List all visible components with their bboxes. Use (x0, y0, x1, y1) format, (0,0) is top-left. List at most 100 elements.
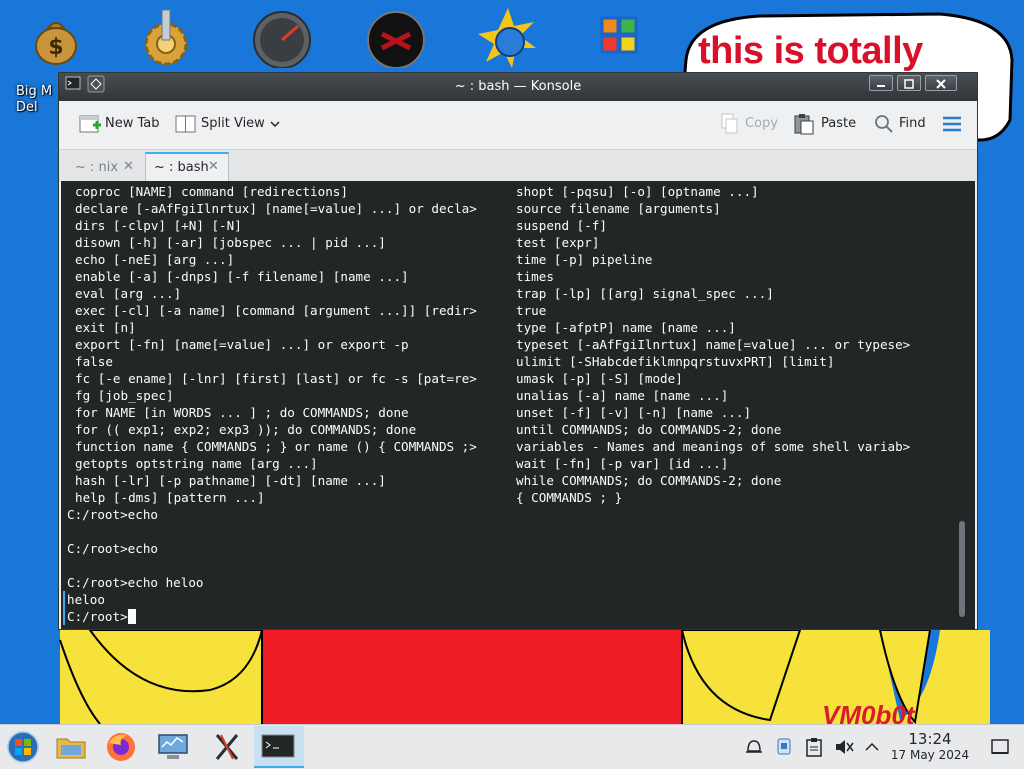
terminal-line: echo [-neE] [arg ...] (75, 252, 235, 267)
hamburger-menu-icon (943, 116, 961, 132)
terminal-session-output: C:/root>echo C:/root>echo C:/root>echo hel… (67, 506, 203, 625)
desktop-icon-control-panel[interactable] (586, 8, 666, 74)
x-app-icon (215, 734, 239, 760)
terminal-line: variables - Names and meanings of some s… (516, 439, 911, 454)
show-desktop-icon[interactable] (990, 737, 1010, 757)
speech-bubble-text: this is totally (698, 30, 923, 72)
terminal-line: time [-p] pipeline (516, 252, 653, 267)
split-view-icon (175, 115, 196, 133)
help-output-left-column: coproc [NAME] command [redirections] decl… (75, 183, 477, 506)
start-menu-button[interactable] (0, 726, 46, 768)
clock-date[interactable]: 17 May 2024 (888, 748, 972, 762)
volume-muted-icon[interactable] (834, 737, 854, 757)
main-toolbar: New Tab Split View Copy Paste Find (59, 101, 977, 149)
search-icon (875, 115, 893, 133)
chevron-up-icon[interactable] (862, 737, 882, 757)
notifications-bell-icon[interactable] (744, 737, 764, 757)
text-cursor (127, 609, 136, 624)
paste-label: Paste (821, 116, 857, 131)
settings-gear-icon (144, 9, 188, 66)
terminal-line: getopts optstring name [arg ...] (75, 456, 318, 471)
terminal-line: { COMMANDS ; } (516, 490, 623, 505)
terminal-line: until COMMANDS; do COMMANDS-2; done (516, 422, 782, 437)
red-skull-icon (367, 11, 425, 68)
terminal-line: times (516, 269, 554, 284)
konsole-task-button[interactable] (254, 726, 304, 768)
start-menu-icon (7, 731, 39, 763)
close-tab-icon[interactable]: ✕ (208, 159, 219, 174)
terminal-line: function name { COMMANDS ; } or name () … (75, 439, 477, 454)
file-manager-button[interactable] (48, 726, 94, 768)
window-title: ~ : bash — Konsole (454, 79, 582, 94)
terminal-scrollbar[interactable] (959, 521, 965, 617)
terminal-line: while COMMANDS; do COMMANDS-2; done (516, 473, 782, 488)
firefox-button[interactable] (98, 726, 144, 768)
terminal-view[interactable]: coproc [NAME] command [redirections] decl… (61, 181, 975, 629)
terminal-line: disown [-h] [-ar] [jobspec ... | pid ...… (75, 235, 386, 250)
paste-icon (794, 114, 814, 135)
terminal-line: hash [-lr] [-p pathname] [-dt] [name ...… (75, 473, 386, 488)
terminal-line: enable [-a] [-dnps] [-f filename] [name … (75, 269, 409, 284)
terminal-line: test [expr] (516, 235, 600, 250)
terminal-line: fc [-e ename] [-lnr] [first] [last] or f… (75, 371, 477, 386)
terminal-line: suspend [-f] (516, 218, 607, 233)
find-label: Find (899, 116, 926, 131)
control-panel-icon (600, 16, 638, 54)
tab-label: ~ : bash (154, 160, 209, 175)
desktop-icon-speedometer[interactable] (242, 8, 322, 74)
terminal-line: export [-fn] [name[=value] ...] or expor… (75, 337, 409, 352)
tab-label: ~ : nix (75, 160, 119, 175)
desktop-icon-red-skull[interactable] (356, 8, 436, 74)
minimize-button[interactable] (869, 75, 893, 91)
tab-bash[interactable]: ~ : bash ✕ (145, 152, 229, 182)
desktop-icon-big-money[interactable]: $ Big M Del (16, 8, 96, 115)
paste-button[interactable]: Paste (793, 111, 859, 137)
terminal-line: declare [-aAfFgiIlnrtux] [name[=value] .… (75, 201, 477, 216)
terminal-line: false (75, 354, 113, 369)
current-prompt-line[interactable]: C:/root> (67, 608, 203, 625)
svg-text:$: $ (48, 35, 63, 60)
terminal-line: fg [job_spec] (75, 388, 174, 403)
file-manager-icon (56, 738, 86, 759)
terminal-line: unalias [-a] name [name ...] (516, 388, 729, 403)
tab-nix[interactable]: ~ : nix ✕ (63, 152, 143, 182)
clipboard-icon[interactable] (804, 737, 824, 757)
terminal-line: for (( exp1; exp2; exp3 )); do COMMANDS;… (75, 422, 417, 437)
system-monitor-button[interactable] (150, 726, 196, 768)
desktop-icon-settings[interactable] (126, 8, 206, 74)
split-view-label: Split View (201, 116, 265, 131)
terminal-line: coproc [NAME] command [redirections] (75, 184, 348, 199)
terminal-line: source filename [arguments] (516, 201, 721, 216)
split-view-button[interactable]: Split View (175, 111, 285, 137)
terminal-line: wait [-fn] [-p var] [id ...] (516, 456, 729, 471)
maximize-icon (904, 79, 914, 89)
terminal-line: eval [arg ...] (75, 286, 182, 301)
find-button[interactable]: Find (873, 111, 929, 137)
clock-time[interactable]: 13:24 (900, 730, 960, 748)
taskbar: 13:24 17 May 2024 (0, 724, 1024, 769)
desktop-icon-sun-globe[interactable] (468, 8, 548, 74)
copy-button[interactable]: Copy (719, 111, 781, 137)
close-tab-icon[interactable]: ✕ (123, 159, 134, 174)
terminal-line: shopt [-pqsu] [-o] [optname ...] (516, 184, 759, 199)
terminal-line: C:/root>echo heloo (67, 575, 204, 590)
terminal-line: C:/root>echo (67, 541, 158, 556)
speedometer-icon (253, 11, 311, 68)
terminal-line: ulimit [-SHabcdefiklmnpqrstuvxPRT] [limi… (516, 354, 835, 369)
help-output-right-column: shopt [-pqsu] [-o] [optname ...] source f… (516, 183, 910, 506)
copy-icon (721, 113, 738, 134)
terminal-line: type [-afptP] name [name ...] (516, 320, 736, 335)
terminal-line: for NAME [in WORDS ... ] ; do COMMANDS; … (75, 405, 409, 420)
window-titlebar[interactable]: ~ : bash — Konsole (59, 73, 977, 101)
new-tab-button[interactable]: New Tab (79, 111, 160, 137)
hamburger-menu-button[interactable] (941, 111, 963, 137)
terminal-line: C:/root>echo (67, 507, 158, 522)
close-button[interactable] (925, 75, 957, 91)
terminal-line: trap [-lp] [[arg] signal_spec ...] (516, 286, 774, 301)
x-app-button[interactable] (204, 726, 250, 768)
firefox-icon (107, 733, 135, 761)
network-icon[interactable] (774, 737, 794, 757)
maximize-button[interactable] (897, 75, 921, 91)
